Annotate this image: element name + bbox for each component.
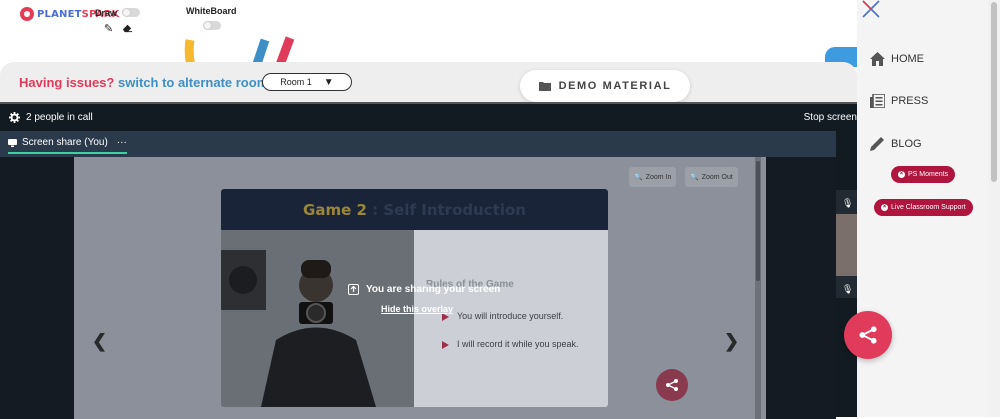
share-icon [859,326,877,344]
photographer-illustration [221,230,414,407]
share-icon [666,379,678,391]
live-classroom-support-label: Live Classroom Support [891,204,966,211]
ps-moments-button[interactable]: × PS Moments [891,166,956,183]
whiteboard-toggle[interactable] [203,21,221,30]
newspaper-icon [870,94,885,108]
stop-screen-share-button[interactable]: Stop screen [804,112,857,123]
sidebar-item-home[interactable]: HOME [870,52,924,66]
more-options-icon[interactable]: ··· [117,137,127,148]
switch-room-link[interactable]: switch to alternate room [118,75,268,90]
demo-material-button[interactable]: DEMO MATERIAL [520,70,690,102]
pencil-icon [870,137,884,151]
sharing-overlay-message: You are sharing your screen [348,284,500,295]
sidebar-item-label: BLOG [891,137,922,150]
zoom-out-label: Zoom Out [701,173,733,181]
close-circle-icon: × [898,171,905,178]
microphone-icon[interactable]: 🎙 [842,198,853,209]
draw-toggle[interactable] [122,8,140,17]
previous-slide-arrow-icon[interactable]: ❮ [92,331,107,352]
participant-thumbnail[interactable]: 🎙 🎙 [836,190,857,298]
slide-title: Game 2 : Self Introduction [221,189,608,230]
people-count: 2 people in call [26,112,93,123]
call-header: 2 people in call Stop screen [0,104,857,131]
issues-text: Having issues? switch to alternate room [19,75,268,90]
tab-screen-share[interactable]: Screen share (You) ··· [8,137,127,154]
next-slide-arrow-icon[interactable]: ❯ [724,331,739,352]
logo-text-planet: PLANET [37,8,82,20]
rule-item: You will introduce yourself. [457,311,564,321]
sidebar-item-label: HOME [891,53,924,65]
upload-screen-icon [348,284,359,295]
whiteboard-label: WhiteBoard [186,6,237,16]
microphone-icon[interactable]: 🎙 [842,284,853,295]
close-circle-icon: × [881,204,888,211]
people-in-call[interactable]: 2 people in call [9,112,93,123]
demo-material-label: DEMO MATERIAL [558,80,672,92]
shared-screen-scroll-thumb[interactable] [756,161,760,281]
ps-moments-label: PS Moments [908,171,949,178]
room-select[interactable]: Room 1 ▼ [262,73,352,91]
slide-title-rest: : Self Introduction [372,200,526,219]
zoom-in-label: Zoom In [645,173,672,181]
home-icon [870,52,885,66]
hide-overlay-link[interactable]: Hide this overlay [381,304,453,314]
rule-bullet-icon [442,313,449,321]
share-floating-button[interactable] [844,311,892,359]
zoom-in-icon: 🔍 [634,174,643,181]
zoom-out-icon: 🔍 [690,174,699,181]
page-scroll-thumb[interactable] [991,2,997,182]
photographer-image [221,230,414,407]
video-call-panel: 2 people in call Stop screen Screen shar… [0,102,857,419]
participant-video [836,214,857,276]
share-tab-bar: Screen share (You) ··· [0,131,836,157]
close-icon[interactable] [862,0,880,18]
pencil-tool-icon[interactable]: ✎ [104,22,113,35]
top-header: PLANETSPARK Draw ✎ WhiteBoard [0,0,857,40]
presentation-slide: Game 2 : Self Introduction Rules of the … [221,189,608,407]
sidebar-item-blog[interactable]: BLOG [870,136,922,151]
screen-icon [8,138,17,147]
slide-title-game: Game 2 [303,200,367,219]
live-classroom-support-button[interactable]: × Live Classroom Support [874,199,973,216]
logo-mark-icon [20,7,34,21]
gear-icon[interactable] [9,112,20,123]
folder-icon [538,82,551,91]
tab-screen-share-label: Screen share (You) [22,137,108,148]
sidebar-item-press[interactable]: PRESS [870,94,928,108]
rule-bullet-icon [442,341,449,349]
sidebar-item-label: PRESS [891,95,929,107]
issues-prefix: Having issues? [19,75,115,90]
share-small-button[interactable] [656,369,688,401]
dropdown-triangle-icon: ▼ [323,76,334,88]
zoom-out-button[interactable]: 🔍 Zoom Out [685,167,738,187]
zoom-in-button[interactable]: 🔍 Zoom In [629,167,677,187]
room-select-value: Room 1 [280,77,312,87]
eraser-tool-icon[interactable] [122,22,133,36]
rule-item: I will record it while you speak. [457,339,579,349]
sharing-message: You are sharing your screen [366,284,501,295]
draw-label: Draw [95,8,118,18]
page-scrollbar[interactable] [988,0,1000,417]
screen-share-stage: 🔍 Zoom In 🔍 Zoom Out ❮ ❯ Game 2 : Self I… [0,157,836,419]
